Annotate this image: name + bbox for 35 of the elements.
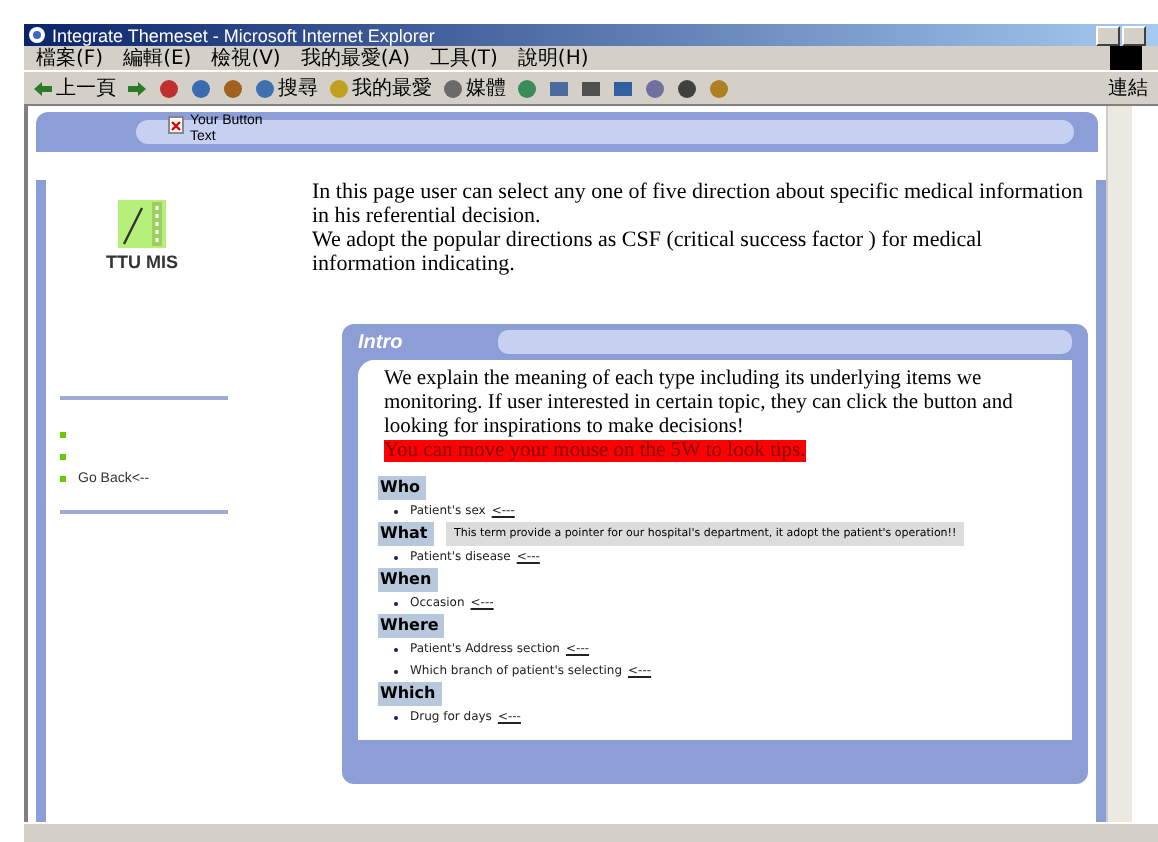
forward-icon bbox=[126, 77, 148, 99]
section-heading[interactable]: What bbox=[378, 522, 434, 546]
links-label[interactable]: 連結 bbox=[1108, 74, 1148, 102]
toolbar-button[interactable]: 搜尋 bbox=[254, 74, 318, 102]
section-heading[interactable]: Who bbox=[378, 476, 427, 500]
minimize-button[interactable] bbox=[1096, 25, 1120, 45]
section-heading[interactable]: When bbox=[378, 568, 438, 592]
menu-item[interactable]: 說明(H) bbox=[517, 44, 589, 72]
panel-text: We explain the meaning of each type including its underlying items we monitoring. If user interested in certain topic, they can click the button and looking for inspirations to make decisions! You can move your mouse on the 5W to look tips. bbox=[382, 368, 1015, 464]
logo-text: TTU MIS bbox=[106, 252, 178, 272]
logo-icon bbox=[118, 200, 166, 248]
bullet bbox=[60, 432, 66, 438]
menu-item[interactable]: 編輯(E) bbox=[123, 44, 192, 72]
toolbar-button[interactable]: 我的最愛 bbox=[328, 74, 432, 102]
scroll-bar[interactable] bbox=[1106, 106, 1132, 822]
menu-item[interactable]: 檔案(F) bbox=[36, 44, 104, 72]
bullet bbox=[60, 476, 66, 482]
section-heading[interactable]: Where bbox=[378, 614, 445, 638]
intro-text: In this page user can select any one of five direction about specific medical information in his referential decision. bbox=[312, 180, 1085, 228]
broken-image-icon bbox=[168, 116, 184, 134]
intro-text: We adopt the popular directions as CSF (critical success factor ) for medical information indicating. bbox=[312, 228, 985, 276]
back-icon bbox=[32, 77, 54, 99]
panel-title: Intro bbox=[358, 331, 403, 353]
toolbar-button[interactable]: 媒體 bbox=[442, 74, 506, 102]
window-title: Integrate Themeset - Microsoft Internet Explorer bbox=[52, 25, 437, 45]
toolbar-button[interactable] bbox=[126, 77, 148, 99]
restore-button[interactable] bbox=[1122, 25, 1146, 45]
menu-item[interactable]: 我的最愛(A) bbox=[300, 44, 410, 72]
browser-icon bbox=[28, 26, 46, 44]
menu-item[interactable]: 檢視(V) bbox=[211, 44, 281, 72]
section-heading[interactable]: Which bbox=[378, 682, 442, 706]
bullet bbox=[60, 454, 66, 460]
toolbar-button[interactable]: 上一頁 bbox=[32, 74, 116, 102]
highlighted-tip: You can move your mouse on the 5W to look tips. bbox=[384, 440, 806, 462]
menu-item[interactable]: 工具(T) bbox=[430, 44, 498, 72]
